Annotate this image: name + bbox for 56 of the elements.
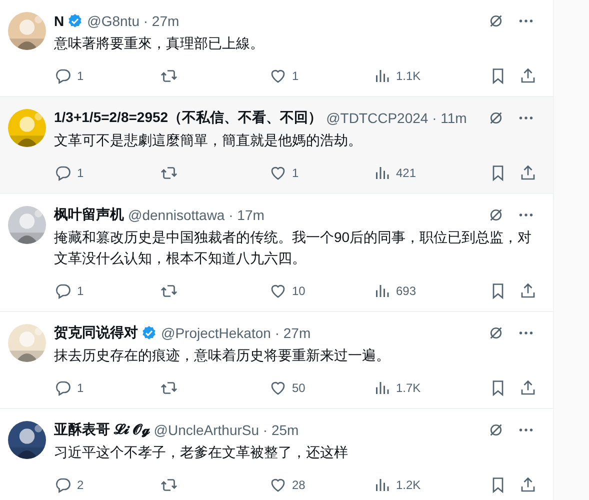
share-icon[interactable]	[519, 164, 537, 182]
like-count: 1	[292, 166, 299, 180]
repost-icon[interactable]	[160, 67, 178, 85]
user-name[interactable]: N	[54, 13, 64, 29]
view-count: 1.7K	[396, 381, 421, 395]
reply-count: 1	[77, 166, 84, 180]
tweet-text: 习近平这个不孝子，老爹在文革被整了，还这样	[54, 443, 349, 462]
tweet-text: 文革可不是悲劇這麼簡單，簡直就是他媽的浩劫。	[54, 131, 363, 150]
repost-icon[interactable]	[160, 164, 178, 182]
tweet-text: 掩藏和篡改历史是中国独裁者的传统。我一个90后的同事，职位已到总监，对文革没什么认知，根本不知道八九六四。	[54, 228, 533, 268]
share-icon[interactable]	[519, 476, 537, 494]
tweet-text: 抹去历史存在的痕迹，意味着历史将要重新来过一遍。	[54, 346, 391, 365]
reply-count: 2	[77, 478, 84, 492]
user-name[interactable]: 亚酥表哥 𝓛𝓲 𝓞𝓰	[54, 421, 150, 439]
view-count: 693	[396, 284, 416, 298]
reply-icon[interactable]	[54, 164, 72, 182]
like-icon[interactable]	[269, 164, 287, 182]
views-icon[interactable]	[373, 67, 391, 85]
reply-icon[interactable]	[54, 282, 72, 300]
reply-count: 1	[77, 284, 84, 298]
like-icon[interactable]	[269, 67, 287, 85]
view-count: 421	[396, 166, 416, 180]
repost-icon[interactable]	[160, 476, 178, 494]
views-icon[interactable]	[373, 379, 391, 397]
like-icon[interactable]	[269, 282, 287, 300]
user-name[interactable]: 1/3+1/5=2/8=2952（不私信、不看、不回）	[54, 109, 322, 127]
reply-icon[interactable]	[54, 379, 72, 397]
like-count: 10	[292, 284, 306, 298]
handle-and-time: @G8ntu · 27m	[87, 13, 180, 29]
tweet-text: 意味著將要重來，真理部已上線。	[54, 34, 265, 53]
view-count: 1.1K	[396, 69, 421, 83]
reply-icon[interactable]	[54, 476, 72, 494]
share-icon[interactable]	[519, 67, 537, 85]
reply-count: 1	[77, 69, 84, 83]
handle-and-time: @UncleArthurSu · 25m	[154, 422, 299, 438]
view-count: 1.2K	[396, 478, 421, 492]
handle-and-time: @dennisottawa · 17m	[128, 207, 264, 223]
like-count: 50	[292, 381, 306, 395]
views-icon[interactable]	[373, 282, 391, 300]
user-name[interactable]: 贺克同说得对	[54, 324, 138, 342]
handle-and-time: @TDTCCP2024 · 11m	[326, 110, 467, 126]
views-icon[interactable]	[373, 476, 391, 494]
user-name[interactable]: 枫叶留声机	[54, 206, 124, 224]
reply-count: 1	[77, 381, 84, 395]
views-icon[interactable]	[373, 164, 391, 182]
like-count: 1	[292, 69, 299, 83]
tweet-card[interactable]: 1/3+1/5=2/8=2952（不私信、不看、不回） @TDTCCP2024 · 11m 文革可不是悲劇這麼簡單，簡直就是他媽的浩劫。 1 1 421	[0, 97, 553, 194]
handle-and-time: @ProjectHekaton · 27m	[161, 325, 311, 341]
like-icon[interactable]	[269, 476, 287, 494]
reply-icon[interactable]	[54, 67, 72, 85]
like-count: 28	[292, 478, 306, 492]
like-icon[interactable]	[269, 379, 287, 397]
share-icon[interactable]	[519, 379, 537, 397]
share-icon[interactable]	[519, 282, 537, 300]
repost-icon[interactable]	[160, 379, 178, 397]
repost-icon[interactable]	[160, 282, 178, 300]
